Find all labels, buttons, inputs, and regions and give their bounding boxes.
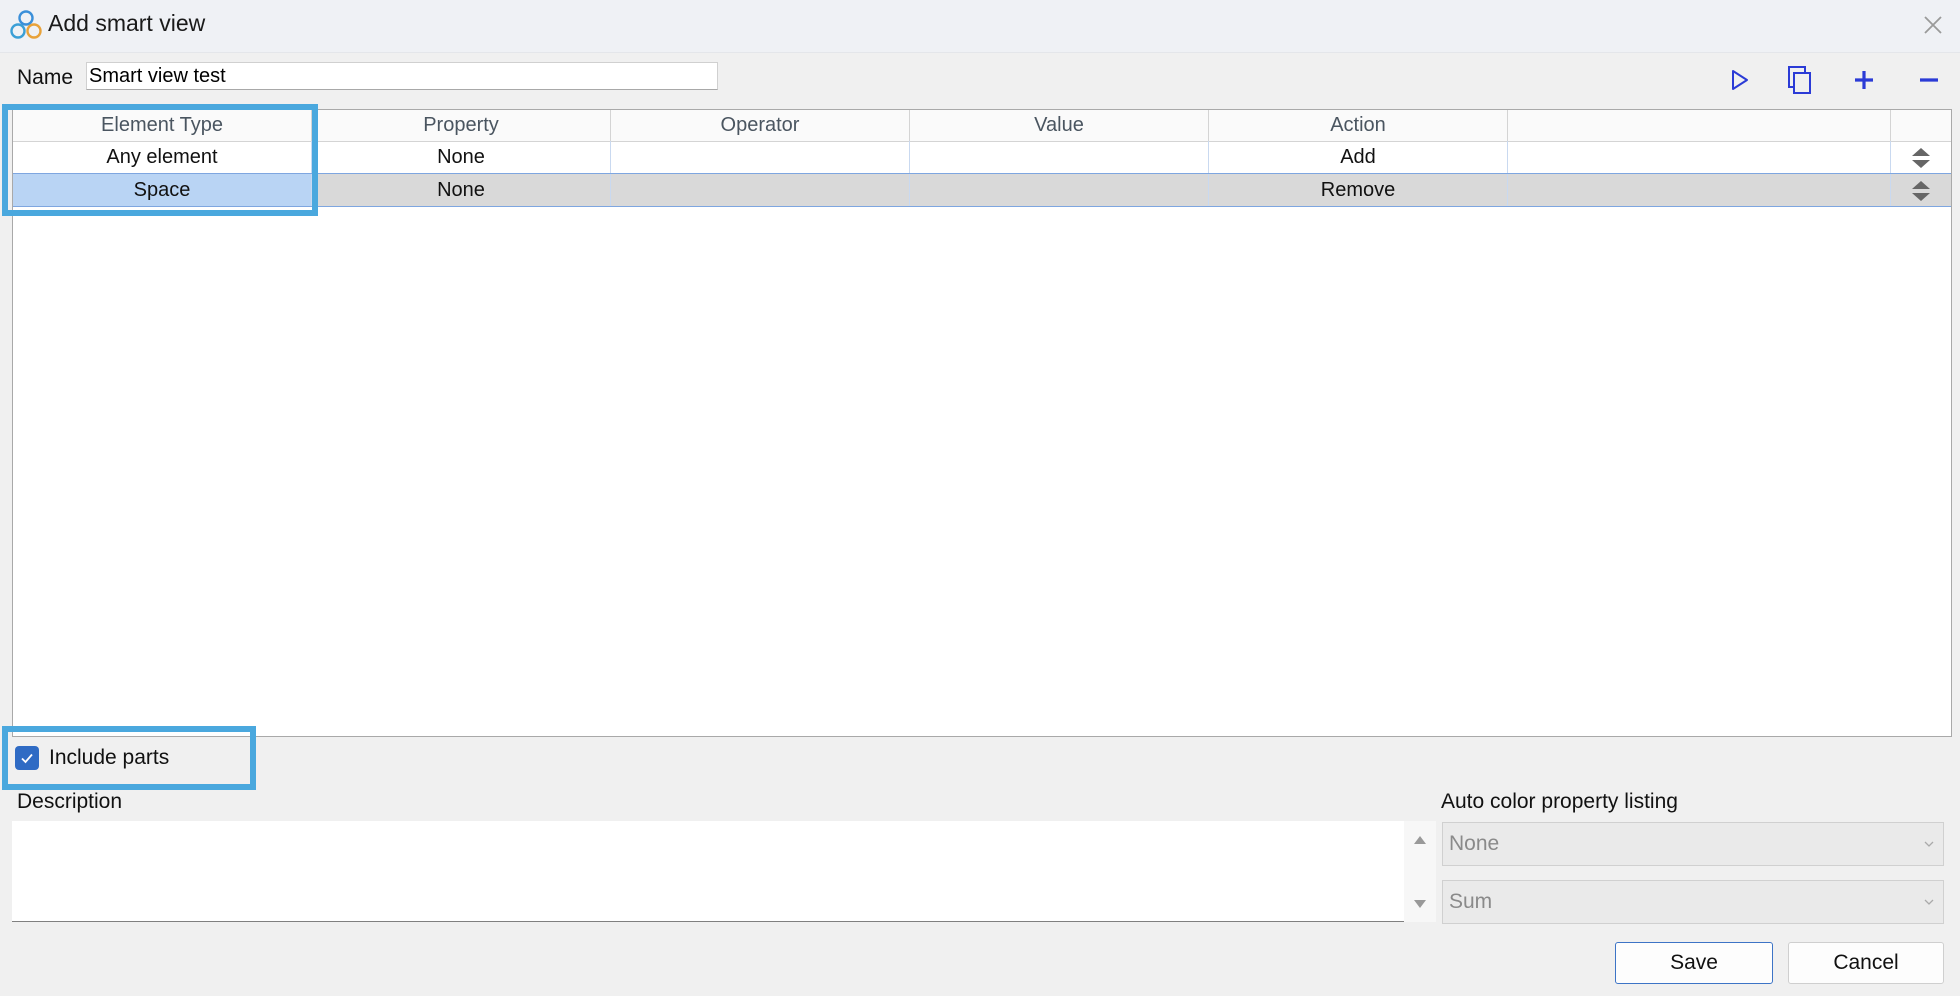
table-row[interactable]: Any element None Add: [13, 141, 1951, 174]
checkbox-box[interactable]: [15, 746, 39, 770]
cell-property[interactable]: None: [312, 174, 611, 206]
play-icon: [1732, 70, 1748, 90]
auto-color-aggregate-select[interactable]: Sum: [1442, 880, 1944, 924]
scroll-up-icon[interactable]: [1413, 833, 1427, 847]
title-bar: Add smart view: [0, 0, 1960, 53]
column-header-handle: [1891, 110, 1951, 141]
cell-value[interactable]: [910, 141, 1209, 173]
reorder-arrows-icon[interactable]: [1908, 145, 1934, 171]
checkmark-icon: [21, 753, 33, 764]
description-input[interactable]: [12, 821, 1436, 922]
run-button[interactable]: [1723, 64, 1755, 96]
chevron-down-icon: [1924, 841, 1934, 847]
column-header-property[interactable]: Property: [312, 110, 611, 141]
cell-element-type[interactable]: Space: [13, 174, 312, 206]
cell-action[interactable]: Add: [1209, 141, 1508, 173]
cell-operator[interactable]: [611, 174, 910, 206]
add-row-button[interactable]: [1848, 64, 1880, 96]
cell-action[interactable]: Remove: [1209, 174, 1508, 206]
column-header-operator[interactable]: Operator: [611, 110, 910, 141]
name-label: Name: [17, 66, 74, 89]
plus-icon: [1855, 71, 1873, 89]
duplicate-button[interactable]: [1784, 64, 1816, 96]
column-header-extra: [1508, 110, 1891, 141]
close-icon[interactable]: [1918, 10, 1948, 40]
scroll-down-icon[interactable]: [1413, 897, 1427, 911]
save-button[interactable]: Save: [1615, 942, 1773, 984]
cell-property[interactable]: None: [312, 141, 611, 173]
smart-view-logo-icon: [10, 10, 42, 39]
column-header-action[interactable]: Action: [1209, 110, 1508, 141]
copy-icon: [1788, 66, 1811, 94]
reorder-arrows-icon[interactable]: [1908, 178, 1934, 204]
cell-element-type[interactable]: Any element: [13, 141, 312, 173]
description-label: Description: [17, 790, 123, 813]
cancel-button[interactable]: Cancel: [1788, 942, 1944, 984]
cell-operator[interactable]: [611, 141, 910, 173]
auto-color-label: Auto color property listing: [1441, 790, 1678, 813]
cell-extra: [1508, 174, 1891, 206]
description-scrollbar[interactable]: [1404, 821, 1436, 922]
select-value: Sum: [1449, 890, 1493, 913]
column-header-element-type[interactable]: Element Type: [13, 110, 312, 141]
name-input[interactable]: [86, 62, 718, 90]
select-value: None: [1449, 832, 1500, 855]
cell-value[interactable]: [910, 174, 1209, 206]
chevron-down-icon: [1924, 899, 1934, 905]
include-parts-label: Include parts: [49, 746, 170, 769]
include-parts-checkbox[interactable]: Include parts: [15, 742, 169, 774]
table-row[interactable]: Space None Remove: [13, 174, 1951, 207]
auto-color-property-select[interactable]: None: [1442, 822, 1944, 866]
window-title: Add smart view: [48, 10, 206, 36]
grid-header: Element Type Property Operator Value Act…: [13, 110, 1951, 142]
remove-row-button[interactable]: [1913, 64, 1945, 96]
rules-grid: Element Type Property Operator Value Act…: [12, 109, 1952, 737]
cell-extra: [1508, 141, 1891, 173]
column-header-value[interactable]: Value: [910, 110, 1209, 141]
minus-icon: [1920, 78, 1938, 82]
